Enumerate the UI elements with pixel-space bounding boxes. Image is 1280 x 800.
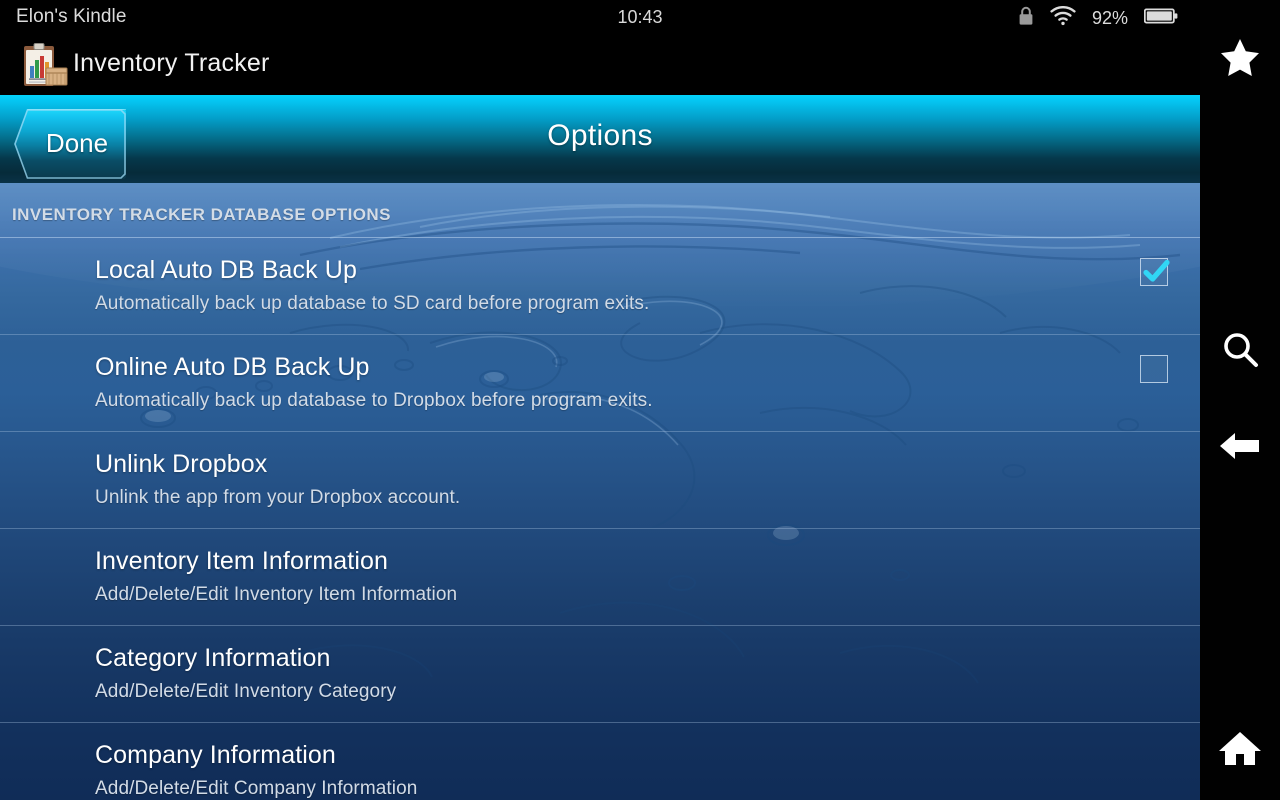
- section-header: INVENTORY TRACKER DATABASE OPTIONS: [0, 183, 1200, 238]
- list-item-subtitle: Unlink the app from your Dropbox account…: [95, 487, 461, 508]
- list-item-subtitle: Add/Delete/Edit Inventory Category: [95, 681, 397, 702]
- back-button[interactable]: [1200, 408, 1280, 488]
- lock-icon: [1018, 6, 1034, 31]
- list-item-subtitle: Automatically back up database to SD car…: [95, 293, 650, 314]
- list-item-company-information[interactable]: Company Information Add/Delete/Edit Comp…: [0, 723, 1200, 800]
- list-item-title: Online Auto DB Back Up: [95, 353, 370, 381]
- star-icon: [1218, 36, 1262, 85]
- search-icon: [1218, 328, 1262, 377]
- status-bar: Elon's Kindle 10:43 92%: [0, 0, 1200, 36]
- search-button[interactable]: [1200, 312, 1280, 392]
- app-title-bar: Inventory Tracker: [0, 36, 1200, 95]
- list-item-title: Local Auto DB Back Up: [95, 256, 357, 284]
- wifi-icon: [1050, 5, 1076, 31]
- back-arrow-icon: [1217, 424, 1263, 473]
- device-screen: Elon's Kindle 10:43 92% Inventory Tracke…: [0, 0, 1200, 800]
- list-item-title: Unlink Dropbox: [95, 450, 268, 478]
- list-item-inventory-item-information[interactable]: Inventory Item Information Add/Delete/Ed…: [0, 529, 1200, 626]
- battery-icon: [1143, 7, 1178, 30]
- list-item-subtitle: Add/Delete/Edit Inventory Item Informati…: [95, 584, 458, 605]
- options-list: INVENTORY TRACKER DATABASE OPTIONS Local…: [0, 183, 1200, 800]
- system-sidebar: [1200, 0, 1280, 800]
- options-header-bar: Done Options: [0, 95, 1200, 183]
- status-tray: 92%: [1018, 0, 1178, 36]
- list-item-subtitle: Automatically back up database to Dropbo…: [95, 390, 653, 411]
- list-item-title: Inventory Item Information: [95, 547, 389, 575]
- list-item-online-auto-db-back-up[interactable]: Online Auto DB Back Up Automatically bac…: [0, 335, 1200, 432]
- list-item-local-auto-db-back-up[interactable]: Local Auto DB Back Up Automatically back…: [0, 238, 1200, 335]
- list-item-category-information[interactable]: Category Information Add/Delete/Edit Inv…: [0, 626, 1200, 723]
- checkbox-online-auto-db-back-up[interactable]: [1140, 355, 1168, 383]
- page-title: Options: [547, 119, 653, 152]
- list-item-title: Company Information: [95, 741, 336, 769]
- list-item-subtitle: Add/Delete/Edit Company Information: [95, 778, 418, 799]
- home-icon: [1217, 727, 1263, 774]
- section-header-label: INVENTORY TRACKER DATABASE OPTIONS: [12, 205, 391, 224]
- list-item-title: Category Information: [95, 644, 331, 672]
- app-title-label: Inventory Tracker: [73, 49, 270, 77]
- star-button[interactable]: [1200, 20, 1280, 100]
- battery-percent-label: 92%: [1091, 8, 1128, 28]
- clipboard-box-icon: [20, 42, 70, 90]
- checkmark-icon: [1143, 259, 1170, 282]
- checkbox-local-auto-db-back-up[interactable]: [1140, 258, 1170, 286]
- list-item-unlink-dropbox[interactable]: Unlink Dropbox Unlink the app from your …: [0, 432, 1200, 529]
- screen: Elon's Kindle 10:43 92% Inventory Tracke…: [0, 0, 1280, 800]
- home-button[interactable]: [1200, 710, 1280, 790]
